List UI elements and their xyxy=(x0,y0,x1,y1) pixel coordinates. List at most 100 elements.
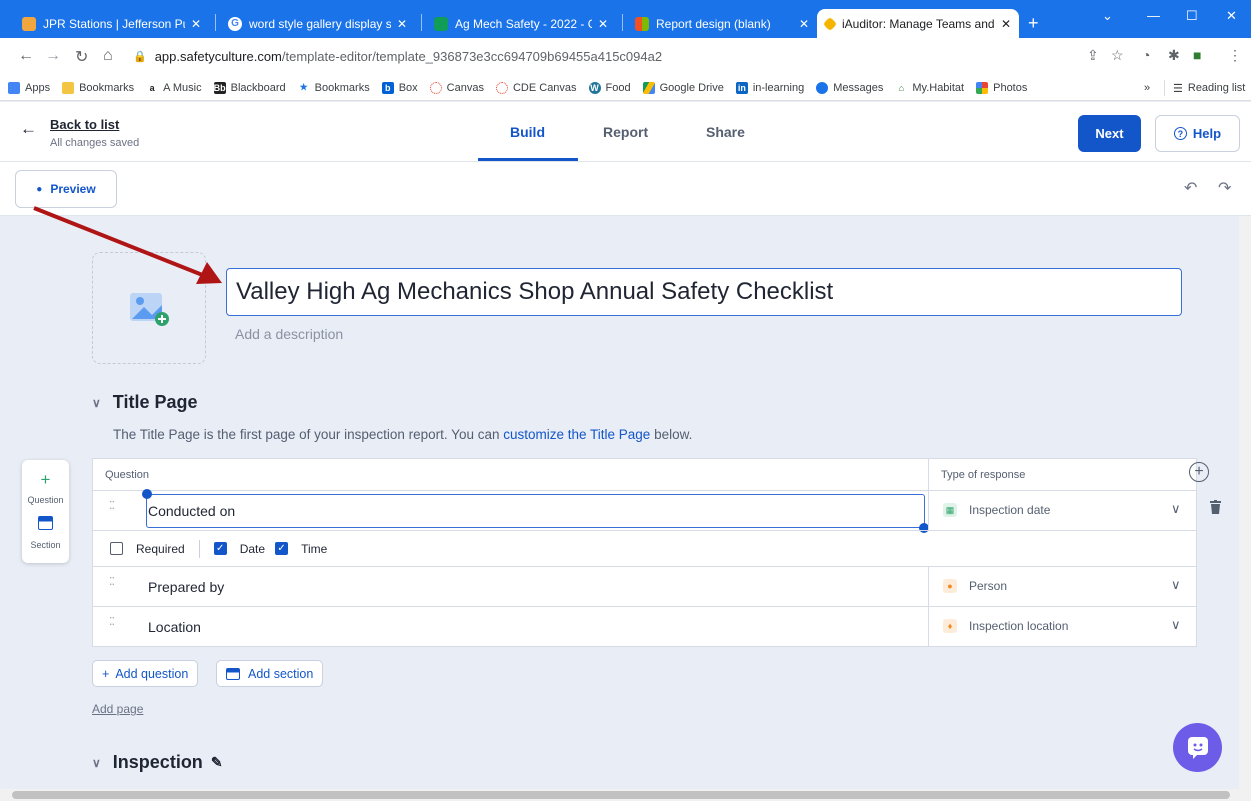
bookmark-my-habitat[interactable]: ⌂ My.Habitat xyxy=(895,81,964,94)
bookmark-apps[interactable]: Apps xyxy=(8,81,50,94)
question-label[interactable]: Location xyxy=(148,619,201,635)
extension-icon[interactable]: ◔ xyxy=(1142,47,1150,63)
bookmarks-overflow-button[interactable]: » xyxy=(1144,75,1150,101)
bookmark-canvas[interactable]: Canvas xyxy=(429,81,484,94)
drag-handle-icon[interactable]: ⁚⁚ xyxy=(109,501,119,512)
add-column-plus-icon[interactable]: + xyxy=(1189,462,1209,482)
chat-support-button[interactable] xyxy=(1173,723,1222,772)
add-section-button[interactable]: Add section xyxy=(216,660,324,687)
palette-section-label[interactable]: Section xyxy=(22,540,69,550)
bookmark-linkedin-learning[interactable]: in in-learning xyxy=(735,81,804,94)
bookmark-food[interactable]: W Food xyxy=(588,81,631,94)
bookmark-label: Google Drive xyxy=(659,81,724,94)
bookmark-star-icon[interactable]: ☆ xyxy=(1111,47,1124,64)
tab-share[interactable]: Share xyxy=(706,124,745,140)
chevron-down-icon[interactable]: ∨ xyxy=(1171,577,1181,593)
add-page-link[interactable]: Add page xyxy=(92,702,143,716)
date-checkbox[interactable]: ✓ xyxy=(213,542,227,555)
forward-icon[interactable]: → xyxy=(45,47,61,65)
browser-tab[interactable]: Report design (blank) ✕ xyxy=(627,9,817,38)
new-tab-button[interactable]: + xyxy=(1028,13,1039,34)
section-title[interactable]: Inspection xyxy=(113,752,203,773)
section-icon[interactable] xyxy=(38,516,53,530)
home-icon[interactable]: ⌂ xyxy=(103,47,113,65)
add-question-button[interactable]: + Add question xyxy=(92,660,199,687)
vertical-scrollbar[interactable] xyxy=(1239,216,1251,789)
close-window-icon[interactable]: ✕ xyxy=(1226,8,1237,24)
palette-question-label[interactable]: Question xyxy=(22,495,69,505)
undo-icon[interactable]: ↶ xyxy=(1184,178,1197,198)
back-icon[interactable]: ← xyxy=(18,47,34,65)
bookmark-box[interactable]: b Box xyxy=(381,81,418,94)
back-arrow-icon[interactable]: ← xyxy=(20,119,37,139)
editor-toolbar: ● Preview ↶ ↷ xyxy=(0,162,1251,216)
reading-list-button[interactable]: ☰ Reading list xyxy=(1164,75,1245,101)
minimize-icon[interactable]: — xyxy=(1147,8,1160,23)
bookmark-label: Canvas xyxy=(446,81,484,94)
add-item-palette: + Question Section xyxy=(22,460,69,563)
redo-icon[interactable]: ↷ xyxy=(1218,178,1231,198)
bookmark-folder[interactable]: Bookmarks xyxy=(62,81,134,94)
chevron-down-icon[interactable]: ∨ xyxy=(1171,617,1181,633)
add-question-plus-icon[interactable]: + xyxy=(22,470,69,490)
response-type-select[interactable]: ▦ Inspection date xyxy=(943,503,1050,517)
table-row[interactable]: ⁚⁚ Prepared by ● Person ∨ xyxy=(93,566,1196,606)
browser-tab-active[interactable]: iAuditor: Manage Teams and In ✕ xyxy=(817,9,1019,38)
bookmark-photos[interactable]: Photos xyxy=(976,81,1027,94)
chevron-down-icon[interactable]: ∨ xyxy=(1171,501,1181,517)
chevron-down-icon[interactable]: ∨ xyxy=(92,396,101,410)
bookmark-bookmarks[interactable]: ★ Bookmarks xyxy=(297,81,370,94)
trash-icon[interactable] xyxy=(1210,500,1221,514)
pencil-icon[interactable]: ✎ xyxy=(211,754,223,771)
browser-tab[interactable]: G word style gallery display size ✕ xyxy=(220,9,415,38)
tab-report[interactable]: Report xyxy=(603,124,648,140)
tractor-extension-icon[interactable]: ■ xyxy=(1193,47,1201,63)
section-inspection-header[interactable]: ∨ Inspection ✎ xyxy=(92,752,223,773)
template-title-input[interactable]: Valley High Ag Mechanics Shop Annual Saf… xyxy=(226,268,1182,316)
share-icon[interactable]: ⇪ xyxy=(1087,47,1099,64)
lock-icon[interactable]: 🔒 xyxy=(133,50,147,63)
close-tab-icon[interactable]: ✕ xyxy=(1001,17,1011,31)
table-row[interactable]: ⁚⁚ Conducted on ▦ Inspection date ∨ xyxy=(93,489,1196,533)
menu-icon[interactable]: ⋮ xyxy=(1228,47,1242,64)
drag-handle-icon[interactable]: ⁚⁚ xyxy=(109,617,119,628)
bookmark-google-drive[interactable]: Google Drive xyxy=(642,81,724,94)
tab-search-icon[interactable]: ⌄ xyxy=(1102,8,1113,24)
close-tab-icon[interactable]: ✕ xyxy=(799,17,809,31)
time-checkbox[interactable]: ✓ xyxy=(275,542,289,555)
close-tab-icon[interactable]: ✕ xyxy=(191,17,201,31)
close-tab-icon[interactable]: ✕ xyxy=(598,17,608,31)
tab-build[interactable]: Build xyxy=(510,124,545,140)
customize-title-page-link[interactable]: customize the Title Page xyxy=(503,427,650,442)
horizontal-scrollbar[interactable] xyxy=(0,789,1251,801)
next-button[interactable]: Next xyxy=(1078,115,1141,152)
bookmark-blackboard[interactable]: Bb Blackboard xyxy=(213,81,286,94)
url-bar[interactable]: 🔒 app.safetyculture.com/template-editor/… xyxy=(133,43,1033,70)
bookmark-cde-canvas[interactable]: CDE Canvas xyxy=(495,81,577,94)
add-template-image[interactable] xyxy=(92,252,206,364)
response-type-select[interactable]: ♦ Inspection location xyxy=(943,619,1068,633)
section-icon xyxy=(226,667,240,680)
selection-handle[interactable] xyxy=(142,489,152,499)
close-tab-icon[interactable]: ✕ xyxy=(397,17,407,31)
chevron-down-icon[interactable]: ∨ xyxy=(92,756,101,770)
response-type-select[interactable]: ● Person xyxy=(943,579,1007,593)
bookmark-amazon-music[interactable]: a A Music xyxy=(146,81,202,94)
help-button[interactable]: ? Help xyxy=(1155,115,1240,152)
question-label[interactable]: Prepared by xyxy=(148,579,224,595)
preview-button[interactable]: ● Preview xyxy=(15,170,117,208)
question-text-input[interactable] xyxy=(146,494,925,528)
section-title-page-header[interactable]: ∨ Title Page xyxy=(92,392,198,413)
drag-handle-icon[interactable]: ⁚⁚ xyxy=(109,577,119,588)
puzzle-icon[interactable]: ✱ xyxy=(1168,47,1180,64)
template-description-input[interactable]: Add a description xyxy=(235,326,343,342)
reload-icon[interactable]: ↻ xyxy=(75,47,88,67)
bookmark-messages[interactable]: Messages xyxy=(816,81,883,94)
maximize-icon[interactable]: ☐ xyxy=(1186,8,1198,24)
habitat-house-icon: ⌂ xyxy=(895,81,908,94)
browser-tab[interactable]: JPR Stations | Jefferson Public ✕ xyxy=(14,9,209,38)
back-to-list-link[interactable]: Back to list xyxy=(50,117,119,132)
required-checkbox[interactable] xyxy=(110,542,123,555)
table-row[interactable]: ⁚⁚ Location ♦ Inspection location ∨ xyxy=(93,606,1196,646)
browser-tab[interactable]: Ag Mech Safety - 2022 - Goo ✕ xyxy=(426,9,616,38)
